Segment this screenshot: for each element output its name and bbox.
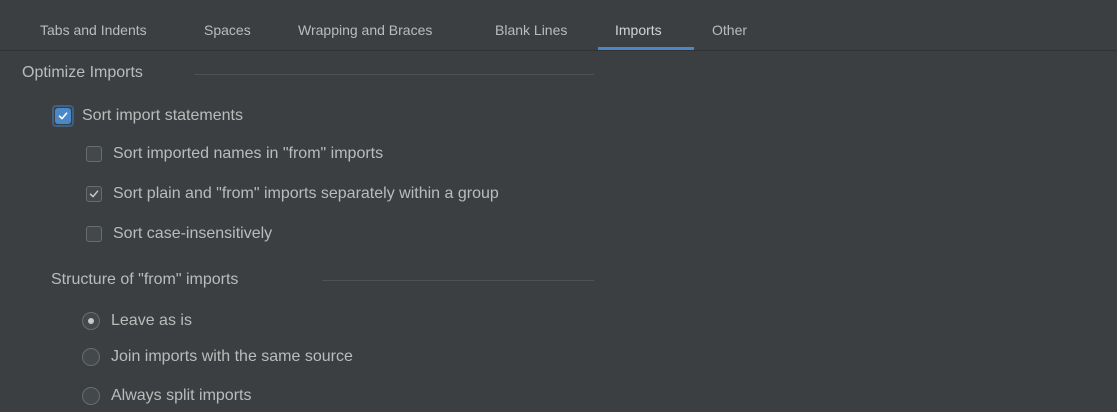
sort-case-insensitively-option[interactable]: Sort case-insensitively bbox=[86, 221, 272, 247]
tab-tabs-and-indents[interactable]: Tabs and Indents bbox=[40, 0, 147, 50]
always-split-label: Always split imports bbox=[111, 387, 252, 404]
tab-wrapping-and-braces[interactable]: Wrapping and Braces bbox=[298, 0, 432, 50]
radio-option-always-split[interactable]: Always split imports bbox=[82, 383, 251, 409]
active-tab-indicator bbox=[598, 47, 694, 50]
sort-plain-and-from-checkbox[interactable] bbox=[86, 186, 102, 202]
tab-spaces[interactable]: Spaces bbox=[204, 0, 251, 50]
sort-case-insensitively-checkbox[interactable] bbox=[86, 226, 102, 242]
sort-plain-and-from-option[interactable]: Sort plain and "from" imports separately… bbox=[86, 181, 499, 207]
tab-blank-lines[interactable]: Blank Lines bbox=[495, 0, 567, 50]
sort-import-statements-checkbox[interactable] bbox=[52, 105, 74, 127]
sort-case-insensitively-label: Sort case-insensitively bbox=[113, 225, 273, 242]
sort-imported-names-label: Sort imported names in "from" imports bbox=[113, 145, 384, 162]
tab-other[interactable]: Other bbox=[712, 0, 747, 50]
checkmark-icon bbox=[58, 112, 68, 120]
radio-option-leave-as-is[interactable]: Leave as is bbox=[82, 308, 192, 334]
structure-from-imports-title: Structure of "from" imports bbox=[51, 271, 239, 288]
sort-imported-names-checkbox[interactable] bbox=[86, 146, 102, 162]
optimize-imports-title: Optimize Imports bbox=[22, 64, 143, 81]
sort-import-statements-option[interactable]: Sort import statements bbox=[52, 103, 243, 129]
tab-imports[interactable]: Imports bbox=[615, 0, 662, 50]
radio-selected-dot bbox=[88, 318, 94, 324]
radio-option-join-imports[interactable]: Join imports with the same source bbox=[82, 344, 353, 370]
sort-imported-names-option[interactable]: Sort imported names in "from" imports bbox=[86, 141, 383, 167]
sort-plain-and-from-label: Sort plain and "from" imports separately… bbox=[113, 185, 499, 202]
structure-from-imports-separator bbox=[322, 280, 594, 281]
always-split-radio[interactable] bbox=[82, 387, 100, 405]
optimize-imports-separator bbox=[194, 74, 594, 75]
sort-import-statements-label: Sort import statements bbox=[82, 107, 243, 124]
tab-bar: Tabs and Indents Spaces Wrapping and Bra… bbox=[0, 0, 1117, 51]
checkmark-icon bbox=[89, 190, 99, 198]
leave-as-is-radio[interactable] bbox=[82, 312, 100, 330]
leave-as-is-label: Leave as is bbox=[111, 312, 192, 329]
join-imports-radio[interactable] bbox=[82, 348, 100, 366]
join-imports-label: Join imports with the same source bbox=[111, 348, 353, 365]
